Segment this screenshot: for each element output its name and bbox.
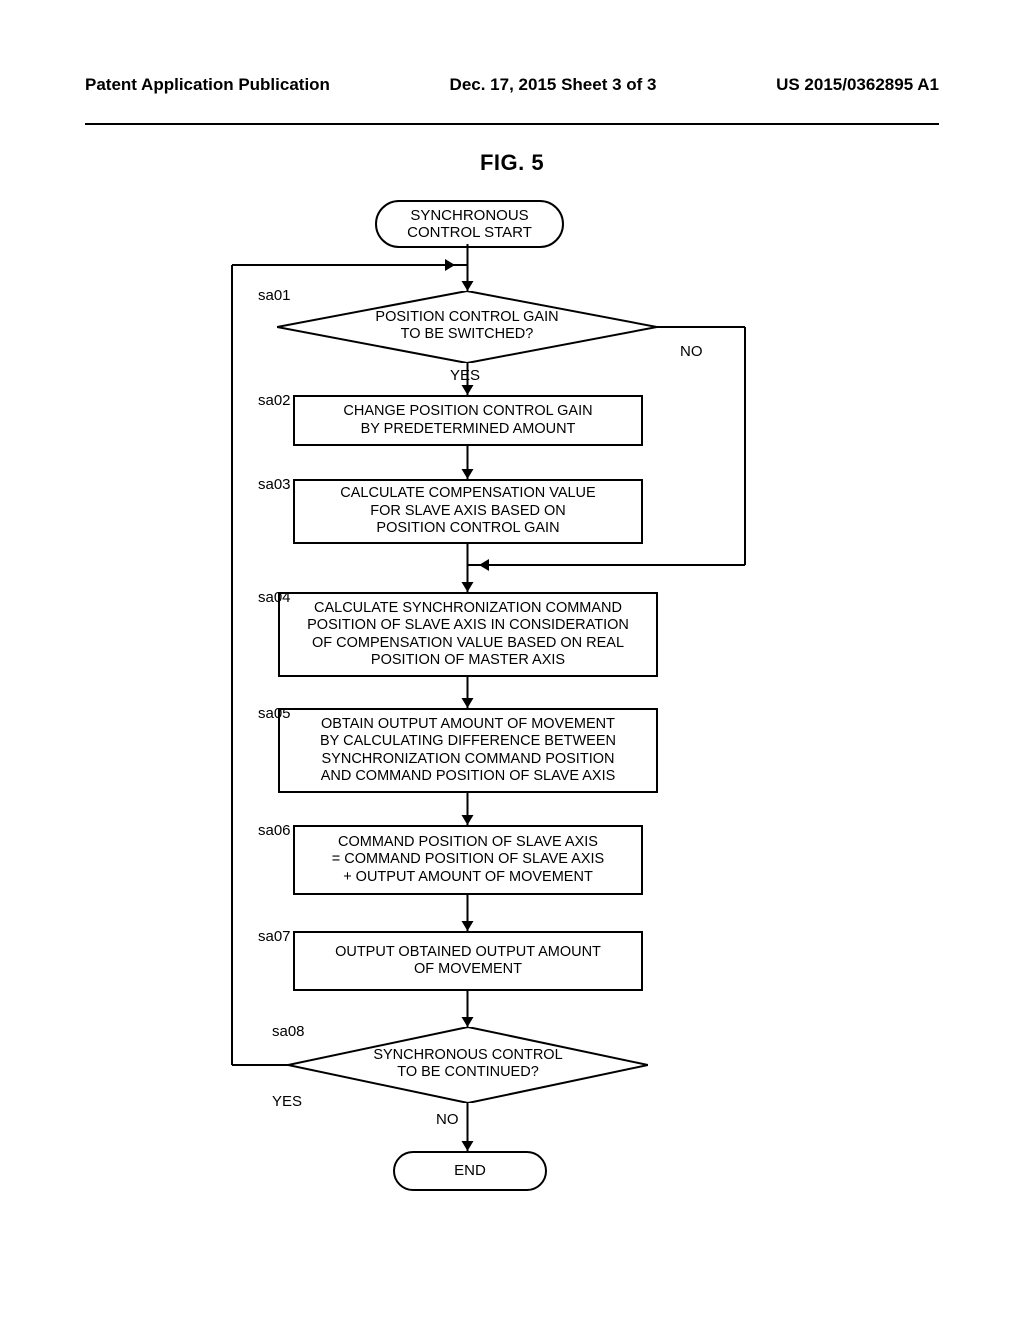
header-right: US 2015/0362895 A1 <box>776 75 939 95</box>
process-sa05: OBTAIN OUTPUT AMOUNT OF MOVEMENT BY CALC… <box>278 708 658 793</box>
header-left: Patent Application Publication <box>85 75 330 95</box>
decision-sa01-text: POSITION CONTROL GAIN TO BE SWITCHED? <box>277 309 657 344</box>
decision-sa01: POSITION CONTROL GAIN TO BE SWITCHED? <box>277 291 657 363</box>
label-sa08-no: NO <box>436 1111 459 1128</box>
step-label-sa05: sa05 <box>258 705 291 722</box>
step-label-sa03: sa03 <box>258 476 291 493</box>
process-sa06: COMMAND POSITION OF SLAVE AXIS = COMMAND… <box>293 825 643 895</box>
process-sa07: OUTPUT OBTAINED OUTPUT AMOUNT OF MOVEMEN… <box>293 931 643 991</box>
header-center: Dec. 17, 2015 Sheet 3 of 3 <box>450 75 657 95</box>
step-label-sa02: sa02 <box>258 392 291 409</box>
process-sa02: CHANGE POSITION CONTROL GAIN BY PREDETER… <box>293 395 643 446</box>
decision-sa08: SYNCHRONOUS CONTROL TO BE CONTINUED? <box>288 1027 648 1103</box>
step-label-sa04: sa04 <box>258 589 291 606</box>
process-sa03: CALCULATE COMPENSATION VALUE FOR SLAVE A… <box>293 479 643 544</box>
label-sa01-no: NO <box>680 343 703 360</box>
page-header: Patent Application Publication Dec. 17, … <box>0 75 1024 125</box>
figure-title: FIG. 5 <box>0 150 1024 176</box>
decision-sa08-text: SYNCHRONOUS CONTROL TO BE CONTINUED? <box>288 1047 648 1082</box>
step-label-sa08: sa08 <box>272 1023 305 1040</box>
label-sa01-yes: YES <box>450 367 480 384</box>
step-label-sa06: sa06 <box>258 822 291 839</box>
step-label-sa01: sa01 <box>258 287 291 304</box>
terminator-end: END <box>393 1151 547 1191</box>
step-label-sa07: sa07 <box>258 928 291 945</box>
label-sa08-yes: YES <box>272 1093 302 1110</box>
process-sa04: CALCULATE SYNCHRONIZATION COMMAND POSITI… <box>278 592 658 677</box>
